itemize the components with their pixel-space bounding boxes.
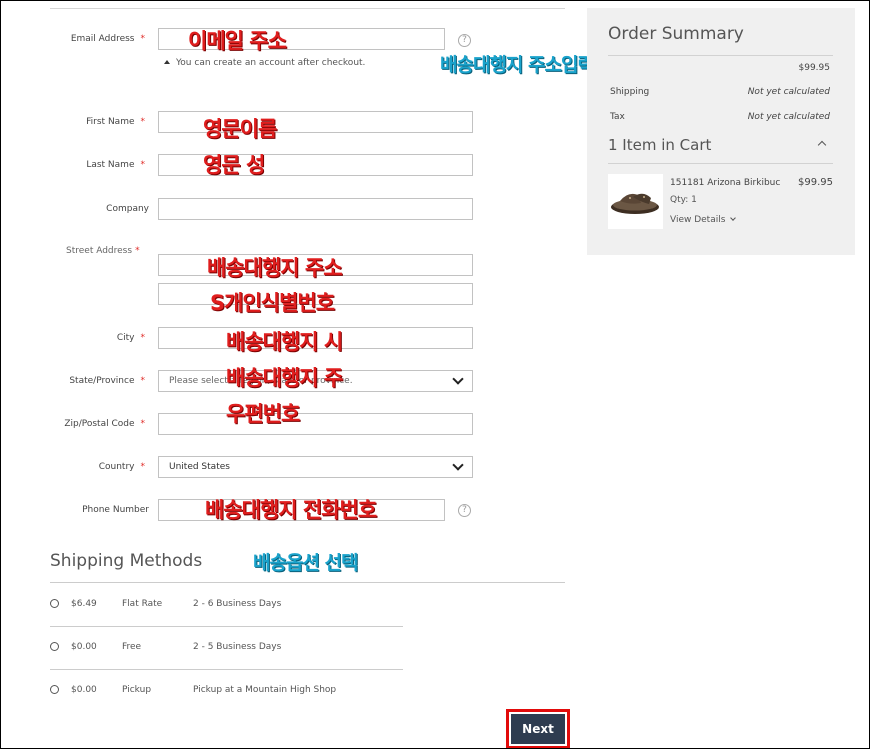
subtotal-value: $99.95 bbox=[798, 63, 831, 73]
annotation-state: 배송대행지 주 bbox=[226, 366, 343, 390]
tax-value: Not yet calculated bbox=[747, 112, 830, 122]
shipping-methods-title: Shipping Methods bbox=[50, 551, 203, 571]
annotation-street1: 배송대행지 주소 bbox=[207, 256, 343, 280]
country-select[interactable]: United States bbox=[158, 456, 473, 478]
order-summary-title: Order Summary bbox=[608, 24, 744, 44]
zip-input[interactable] bbox=[158, 413, 473, 435]
caret-up-icon bbox=[164, 60, 170, 64]
shipping-radio-pickup[interactable] bbox=[50, 685, 59, 694]
chevron-up-icon[interactable] bbox=[817, 140, 827, 150]
email-note: You can create an account after checkout… bbox=[164, 58, 365, 68]
shipping-cost-label: Shipping bbox=[610, 87, 650, 97]
order-summary-panel: Order Summary $99.95 Shipping Not yet ca… bbox=[587, 8, 855, 255]
row-divider bbox=[50, 669, 403, 670]
annotation-zip: 우편번호 bbox=[226, 402, 300, 426]
help-circle-icon[interactable]: ? bbox=[458, 34, 471, 47]
help-circle-icon[interactable]: ? bbox=[458, 504, 471, 517]
product-thumbnail[interactable] bbox=[608, 174, 663, 229]
annotation-last-name: 영문 성 bbox=[203, 153, 265, 177]
last-name-label: Last Name * bbox=[86, 160, 145, 170]
shipping-price: $0.00 bbox=[71, 685, 97, 695]
summary-divider bbox=[608, 163, 833, 164]
annotation-phone: 배송대행지 전화번호 bbox=[205, 498, 377, 522]
row-divider bbox=[50, 626, 403, 627]
company-label: Company bbox=[106, 204, 149, 214]
cart-items-title[interactable]: 1 Item in Cart bbox=[608, 136, 711, 154]
shipping-radio-free[interactable] bbox=[50, 642, 59, 651]
shipping-carrier: Free bbox=[122, 642, 142, 652]
shipping-radio-flat-rate[interactable] bbox=[50, 599, 59, 608]
annotation-email: 이메일 주소 bbox=[188, 29, 287, 53]
top-divider bbox=[50, 8, 565, 9]
next-button[interactable]: Next bbox=[511, 714, 565, 744]
cart-item-qty: Qty: 1 bbox=[670, 195, 697, 205]
annotation-street2: S개인식별번호 bbox=[210, 291, 335, 315]
cart-item-price: $99.95 bbox=[798, 177, 833, 188]
shipping-price: $6.49 bbox=[71, 599, 97, 609]
shipping-eta: 2 - 6 Business Days bbox=[193, 599, 282, 609]
state-label: State/Province * bbox=[69, 376, 145, 386]
shipping-price: $0.00 bbox=[71, 642, 97, 652]
shipping-eta: Pickup at a Mountain High Shop bbox=[193, 685, 337, 695]
annotation-first-name: 영문이름 bbox=[203, 117, 277, 141]
annotation-city: 배송대행지 시 bbox=[226, 330, 343, 354]
shipping-carrier: Flat Rate bbox=[122, 599, 163, 609]
phone-label: Phone Number bbox=[82, 505, 149, 515]
shipping-eta: 2 - 5 Business Days bbox=[193, 642, 282, 652]
tax-label: Tax bbox=[610, 112, 625, 122]
chevron-down-icon bbox=[452, 459, 464, 471]
chevron-down-icon bbox=[730, 215, 737, 221]
view-details-link[interactable]: View Details bbox=[670, 215, 737, 225]
country-label: Country * bbox=[98, 462, 145, 472]
company-input[interactable] bbox=[158, 198, 473, 220]
next-button-highlight: Next bbox=[506, 709, 570, 749]
shipping-divider bbox=[50, 582, 565, 583]
email-label: Email Address * bbox=[70, 34, 145, 44]
zip-label: Zip/Postal Code * bbox=[64, 419, 145, 429]
chevron-down-icon bbox=[452, 373, 464, 385]
summary-divider bbox=[608, 55, 833, 56]
annotation-shipping-option: 배송옵션 선택 bbox=[253, 552, 358, 574]
city-label: City * bbox=[116, 333, 145, 343]
street-address-label: Street Address * bbox=[66, 246, 140, 256]
shipping-cost-value: Not yet calculated bbox=[747, 87, 830, 97]
shipping-carrier: Pickup bbox=[122, 685, 152, 695]
cart-item-name: 151181 Arizona Birkibuc bbox=[670, 178, 781, 188]
first-name-label: First Name * bbox=[86, 117, 145, 127]
